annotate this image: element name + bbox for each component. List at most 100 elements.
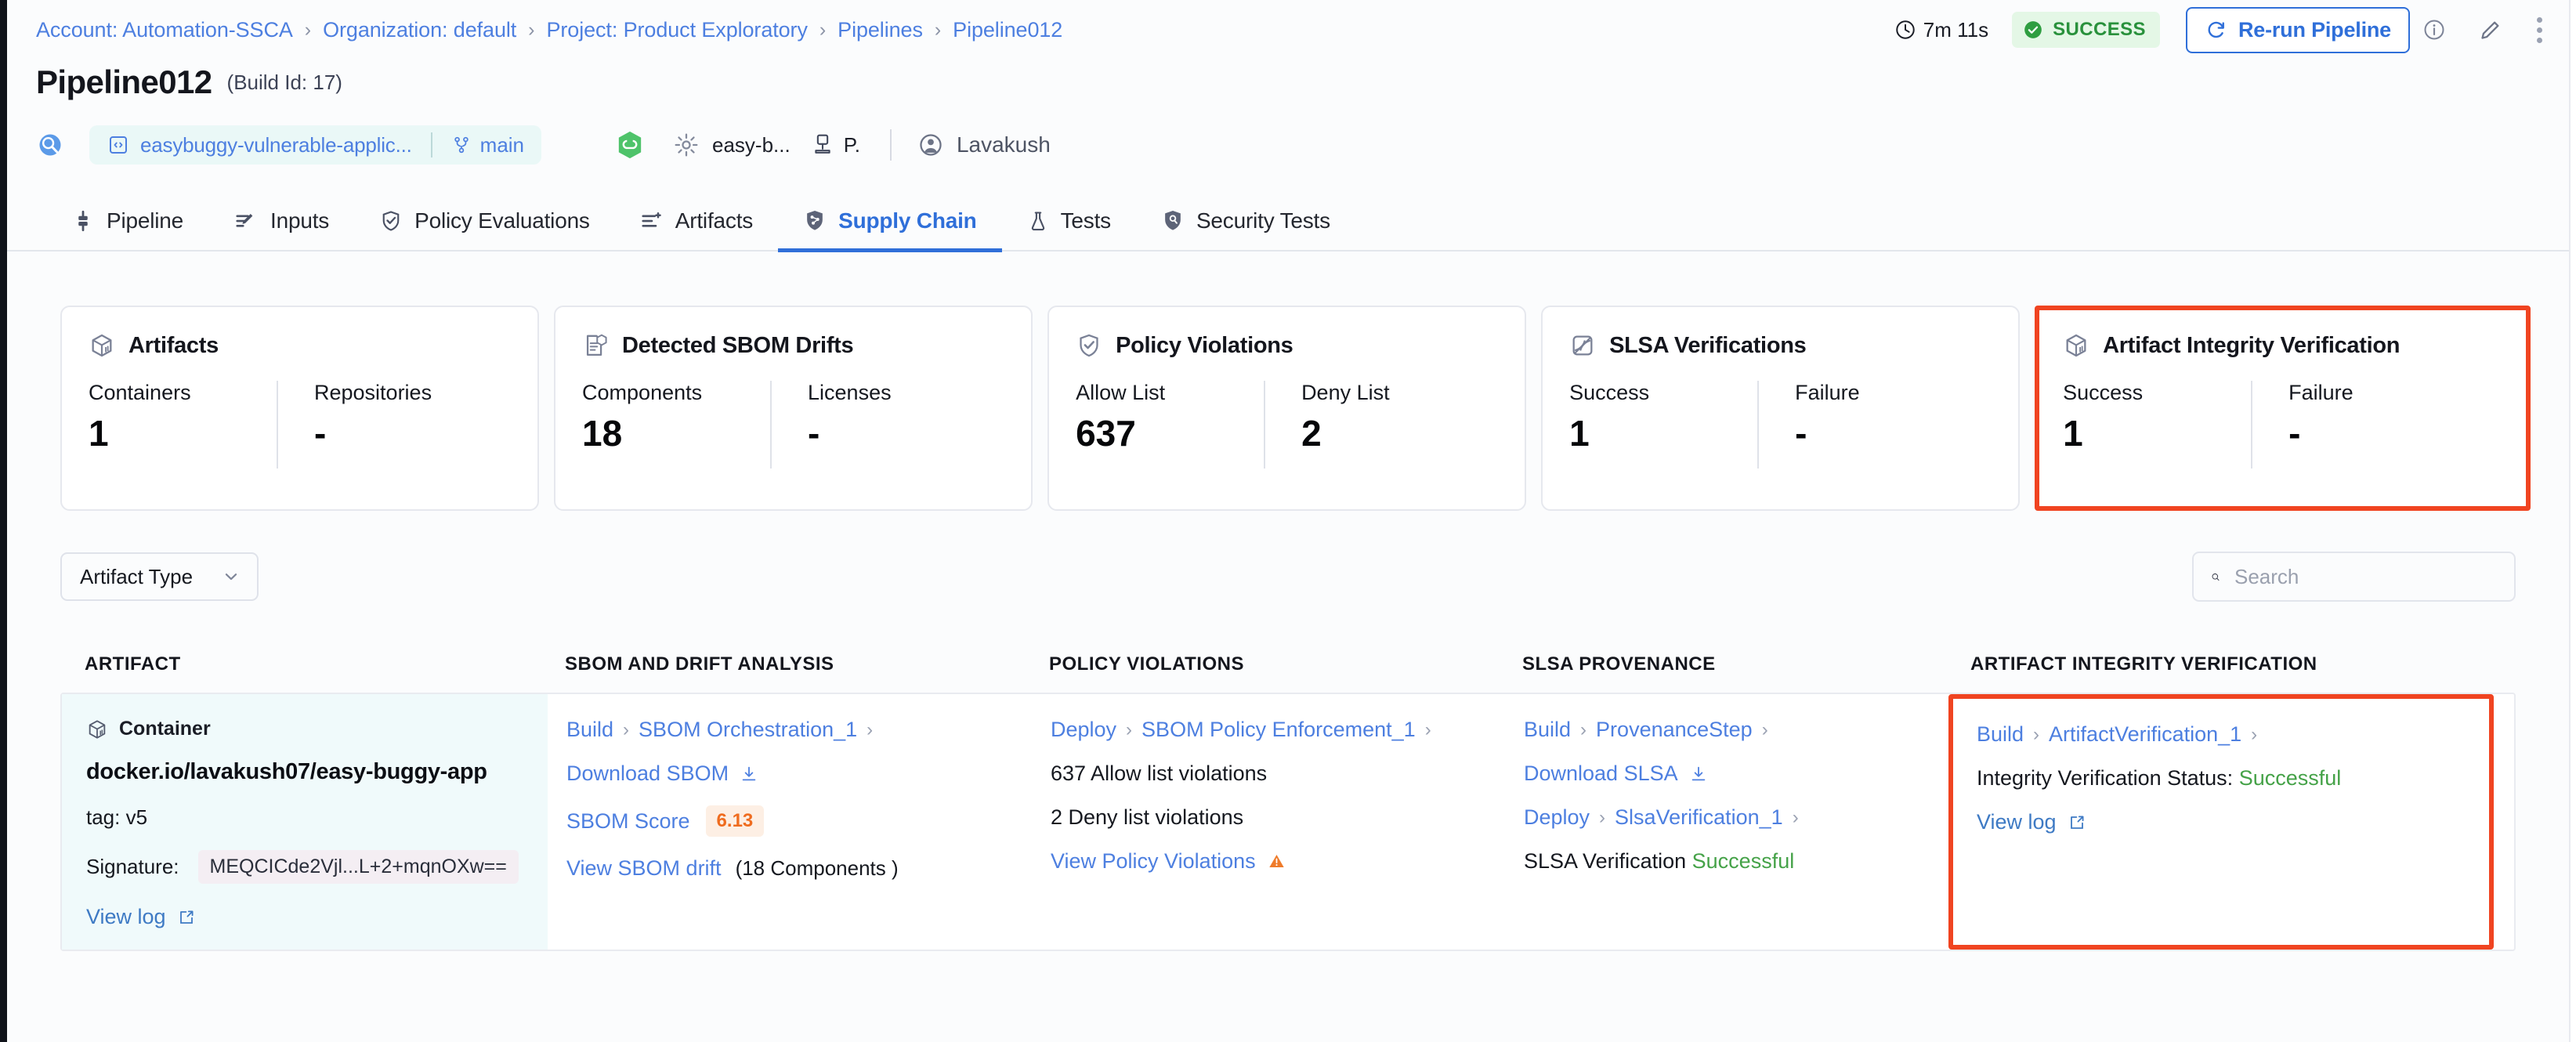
sbom-crumb-step[interactable]: SBOM Orchestration_1 bbox=[639, 718, 857, 742]
integrity-crumb-step[interactable]: ArtifactVerification_1 bbox=[2049, 722, 2241, 747]
metric-label: Failure bbox=[1795, 381, 1860, 404]
slsa-deploy-breadcrumb: Deploy › SlsaVerification_1 › bbox=[1524, 805, 1948, 830]
summary-card-artifacts: Artifacts Containers 1 Repositories - bbox=[60, 306, 540, 511]
repository-chip[interactable]: easybuggy-vulnerable-applic... main bbox=[89, 125, 542, 165]
user-name: Lavakush bbox=[956, 132, 1051, 157]
sbom-drift-count: (18 Components ) bbox=[735, 856, 899, 880]
slsa-verification-status: SLSA Verification Successful bbox=[1524, 849, 1948, 874]
view-sbom-drift-link[interactable]: View SBOM drift bbox=[566, 856, 722, 881]
user-avatar-icon bbox=[920, 134, 942, 156]
cell-policy-violations: Deploy › SBOM Policy Enforcement_1 › 637… bbox=[1033, 694, 1510, 950]
tab-supply-chain[interactable]: Supply Chain bbox=[778, 191, 1002, 252]
title-row: Pipeline012 (Build Id: 17) bbox=[7, 60, 2569, 105]
supply-chain-table: ARTIFACT SBOM AND DRIFT ANALYSIS POLICY … bbox=[7, 636, 2569, 951]
summary-card-sbom-drifts: Detected SBOM Drifts Components 18 Licen… bbox=[554, 306, 1033, 511]
tab-bar: Pipeline Inputs Policy Evaluations Artif… bbox=[7, 191, 2569, 252]
signature-value: MEQCICde2Vjl...L+2+mqnOXw== bbox=[197, 850, 519, 884]
breadcrumb-separator: › bbox=[304, 18, 312, 41]
rerun-pipeline-button[interactable]: Re-run Pipeline bbox=[2185, 6, 2410, 53]
cell-artifact-integrity-verification: Build › ArtifactVerification_1 › Integri… bbox=[1948, 694, 2494, 950]
view-policy-violations-link[interactable]: View Policy Violations bbox=[1051, 849, 1510, 874]
artifact-kind: Container bbox=[86, 718, 532, 740]
cell-slsa-provenance: Build › ProvenanceStep › Download SLSA D… bbox=[1510, 694, 1948, 950]
integrity-crumb-build[interactable]: Build bbox=[1977, 722, 2024, 747]
metric-containers: Containers 1 bbox=[89, 381, 277, 451]
kebab-dot bbox=[2537, 27, 2542, 33]
breadcrumb-pipelines[interactable]: Pipelines bbox=[838, 18, 923, 42]
tab-inputs[interactable]: Inputs bbox=[208, 191, 354, 251]
view-log-label: View log bbox=[1977, 810, 2057, 834]
cube-icon bbox=[89, 719, 106, 739]
tab-artifacts[interactable]: Artifacts bbox=[615, 191, 778, 251]
service-name: easy-b... bbox=[712, 132, 791, 157]
artifacts-list-icon bbox=[642, 212, 661, 227]
breadcrumb-account[interactable]: Account: Automation-SSCA bbox=[36, 18, 293, 42]
integrity-view-log-link[interactable]: View log bbox=[1977, 810, 2489, 834]
breadcrumb-separator: › bbox=[1126, 718, 1133, 740]
artifact-view-log-link[interactable]: View log bbox=[86, 905, 532, 929]
artifact-name: docker.io/lavakush07/easy-buggy-app bbox=[86, 759, 487, 784]
breadcrumb-separator: › bbox=[1580, 718, 1587, 740]
search-input[interactable] bbox=[2234, 564, 2497, 589]
download-slsa-link[interactable]: Download SLSA bbox=[1524, 762, 1948, 786]
summary-card-slsa-verifications: SLSA Verifications Success 1 Failure - bbox=[1541, 306, 2021, 511]
edit-pencil-icon[interactable] bbox=[2477, 16, 2504, 43]
breadcrumb-project[interactable]: Project: Product Exploratory bbox=[547, 18, 808, 42]
tab-security-tests[interactable]: Security Tests bbox=[1136, 191, 1355, 251]
meta-divider bbox=[889, 129, 892, 161]
download-sbom-link[interactable]: Download SBOM bbox=[566, 762, 1033, 786]
download-icon bbox=[1691, 766, 1705, 780]
slsa-crumb-build[interactable]: Build bbox=[1524, 718, 1571, 742]
summary-card-header: Artifact Integrity Verification bbox=[2063, 332, 2502, 359]
slsa-icon bbox=[1572, 335, 1593, 356]
pipeline-icon bbox=[78, 210, 88, 232]
breadcrumb-separator: › bbox=[2251, 723, 2258, 745]
slsa-crumb-provenance-step[interactable]: ProvenanceStep bbox=[1596, 718, 1753, 742]
left-nav-rail bbox=[0, 0, 7, 1042]
build-id: (Build Id: 17) bbox=[226, 70, 342, 94]
breadcrumb-pipeline012[interactable]: Pipeline012 bbox=[953, 18, 1062, 42]
rerun-pipeline-label: Re-run Pipeline bbox=[2238, 17, 2391, 42]
sbom-crumb-build[interactable]: Build bbox=[566, 718, 613, 742]
duration: 7m 11s bbox=[1894, 18, 1988, 42]
tab-policy-evaluations[interactable]: Policy Evaluations bbox=[354, 191, 615, 251]
search-box[interactable] bbox=[2192, 552, 2516, 602]
metric-allow-list: Allow List 637 bbox=[1076, 381, 1264, 451]
metric-success: Success 1 bbox=[1569, 381, 1757, 451]
tab-tests[interactable]: Tests bbox=[1002, 191, 1136, 251]
artifact-type-select[interactable]: Artifact Type bbox=[60, 552, 259, 601]
breadcrumb-separator: › bbox=[1599, 806, 1606, 828]
policy-crumb-deploy[interactable]: Deploy bbox=[1051, 718, 1116, 742]
policy-crumb-step[interactable]: SBOM Policy Enforcement_1 bbox=[1141, 718, 1416, 742]
summary-card-title: SLSA Verifications bbox=[1609, 332, 1807, 358]
slsa-crumb-deploy[interactable]: Deploy bbox=[1524, 805, 1590, 830]
summary-card-title: Artifacts bbox=[128, 332, 219, 358]
breadcrumb-separator: › bbox=[1761, 718, 1768, 740]
metric-deny-list: Deny List 2 bbox=[1264, 381, 1452, 469]
column-header-sbom-drift: SBOM AND DRIFT ANALYSIS bbox=[565, 653, 834, 675]
metric-value: - bbox=[808, 413, 820, 454]
slsa-crumb-verification-step[interactable]: SlsaVerification_1 bbox=[1615, 805, 1783, 830]
summary-card-artifact-integrity-verification: Artifact Integrity Verification Success … bbox=[2035, 306, 2531, 511]
signature-label: Signature: bbox=[86, 855, 179, 878]
allow-list-violations-text: 637 Allow list violations bbox=[1051, 762, 1268, 785]
environment-name: P. bbox=[843, 132, 860, 157]
more-options-button[interactable] bbox=[2537, 16, 2542, 43]
column-header-artifact-integrity: ARTIFACT INTEGRITY VERIFICATION bbox=[1970, 653, 2317, 675]
breadcrumb-organization[interactable]: Organization: default bbox=[323, 18, 516, 42]
artifact-signature: Signature: MEQCICde2Vjl...L+2+mqnOXw== bbox=[86, 850, 532, 884]
tab-policy-evaluations-label: Policy Evaluations bbox=[414, 208, 590, 233]
status-badge-text: SUCCESS bbox=[2053, 19, 2146, 40]
inputs-icon bbox=[236, 214, 253, 227]
slsa-verification-value: Successful bbox=[1691, 849, 1795, 873]
view-log-label: View log bbox=[86, 905, 166, 928]
slsa-build-breadcrumb: Build › ProvenanceStep › bbox=[1524, 718, 1948, 742]
sbom-score-link[interactable]: SBOM Score bbox=[566, 809, 690, 834]
metric-label: Containers bbox=[89, 381, 191, 404]
tab-pipeline[interactable]: Pipeline bbox=[46, 191, 208, 251]
metric-value: 1 bbox=[1569, 413, 1590, 454]
external-link-icon bbox=[2070, 816, 2084, 829]
info-icon[interactable] bbox=[2422, 18, 2446, 42]
download-sbom-label: Download SBOM bbox=[566, 762, 729, 785]
metric-label: Repositories bbox=[314, 381, 432, 404]
